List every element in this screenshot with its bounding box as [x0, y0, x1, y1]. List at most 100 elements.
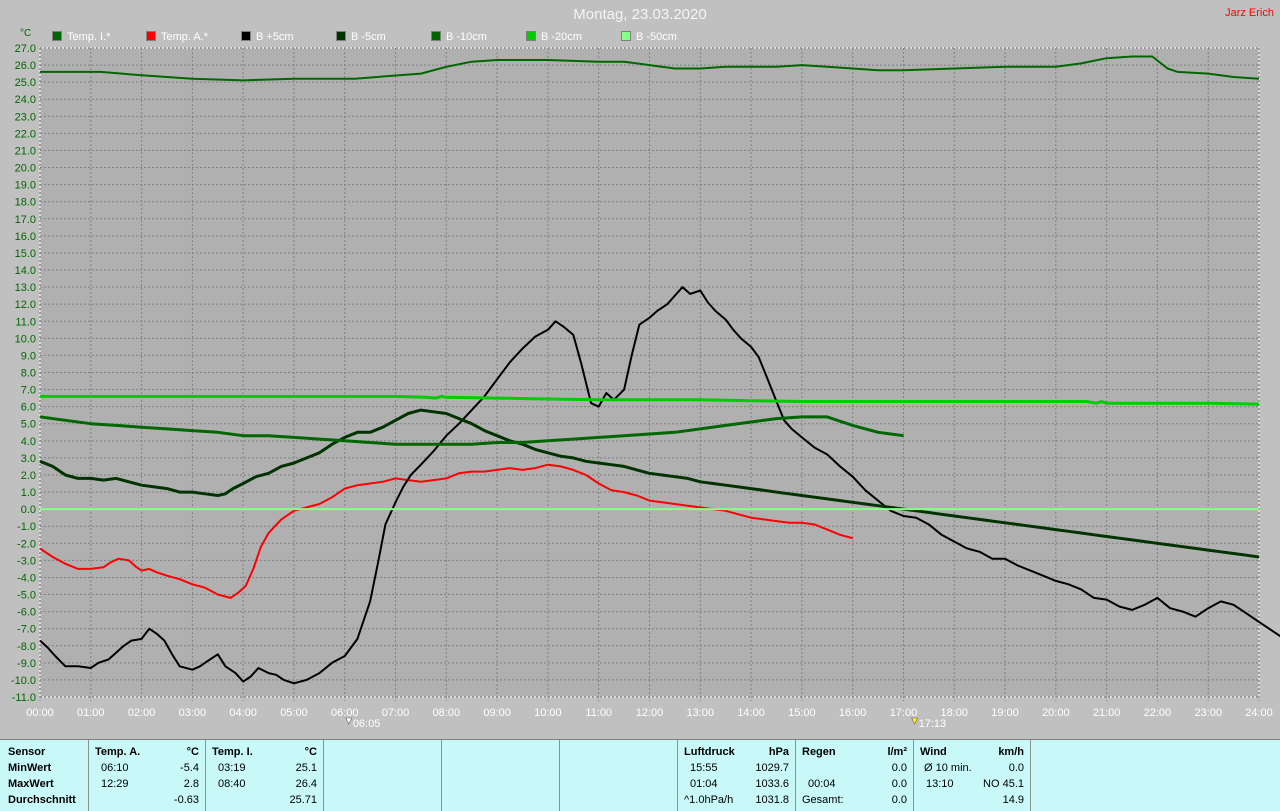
x-tick-label: 01:00: [77, 707, 105, 719]
regen-unit: l/m²: [887, 746, 907, 758]
temp-i-unit: °C: [304, 746, 317, 758]
y-tick-label: 21.0: [15, 145, 36, 157]
y-tick-label: 9.0: [21, 350, 36, 362]
temp-i-avg: 25.71: [289, 794, 317, 806]
x-tick-label: 14:00: [737, 707, 765, 719]
regen-row3-label: Gesamt:: [802, 794, 844, 806]
temp-a-header: Temp. A.: [95, 746, 141, 758]
legend-item-b-minus10[interactable]: B -10cm: [431, 31, 487, 43]
y-tick-label: 13.0: [15, 282, 36, 294]
y-tick-label: 11.0: [15, 316, 36, 328]
y-tick-label: 2.0: [21, 470, 36, 482]
legend-swatch: [526, 31, 536, 41]
y-tick-label: -1.0: [17, 521, 36, 533]
temp-i-max-value: 26.4: [295, 778, 317, 790]
x-tick-label: 11:00: [585, 707, 612, 719]
y-tick-label: 20.0: [15, 163, 36, 175]
legend-item-b-minus20[interactable]: B -20cm: [526, 31, 582, 43]
y-tick-label: -10.0: [11, 675, 36, 687]
y-tick-label: -4.0: [17, 572, 36, 584]
statistics-panel: Sensor MinWert MaxWert Durchschnitt Temp…: [0, 739, 1280, 811]
sensor-section: Sensor MinWert MaxWert Durchschnitt: [0, 740, 89, 811]
marker-triangle: [911, 717, 919, 725]
y-tick-label: -11.0: [12, 692, 36, 704]
y-tick-label: -9.0: [17, 658, 36, 670]
wind-unit: km/h: [998, 746, 1024, 758]
regen-row2-label: 00:04: [808, 778, 836, 790]
y-tick-label: 15.0: [15, 248, 36, 260]
legend-swatch: [431, 31, 441, 41]
x-tick-label: 21:00: [1093, 707, 1121, 719]
x-tick-label: 02:00: [128, 707, 156, 719]
y-tick-label: 4.0: [21, 436, 36, 448]
luftdruck-row1-label: 15:55: [690, 762, 718, 774]
x-tick-label: 04:00: [229, 707, 257, 719]
chart-title: Montag, 23.03.2020: [573, 6, 707, 23]
legend-item-b-minus50[interactable]: B -50cm: [621, 31, 677, 43]
wind-section: Wind km/h Ø 10 min. 0.0 13:10 NO 45.1 14…: [914, 740, 1031, 811]
y-tick-label: 3.0: [21, 453, 36, 465]
legend-item-b-minus5[interactable]: B -5cm: [336, 31, 386, 43]
y-tick-label: 1.0: [21, 487, 36, 499]
temp-a-avg: -0.63: [173, 794, 199, 806]
y-tick-label: 25.0: [15, 77, 36, 89]
temp-i-min-value: 25.1: [295, 762, 317, 774]
x-tick-label: 17:00: [890, 707, 918, 719]
wind-row2-label: 13:10: [926, 778, 954, 790]
empty-section-2: [442, 740, 560, 811]
avg-row-label: Durchschnitt: [8, 794, 76, 806]
y-tick-label: 5.0: [21, 419, 36, 431]
x-tick-label: 20:00: [1042, 707, 1070, 719]
y-tick-label: 10.0: [15, 333, 36, 345]
wind-header: Wind: [920, 746, 947, 758]
luftdruck-row1-value: 1029.7: [755, 762, 789, 774]
x-tick-label: 12:00: [636, 707, 664, 719]
x-tick-label: 24:00: [1245, 707, 1273, 719]
x-tick-label: 19:00: [991, 707, 1019, 719]
x-tick-label: 16:00: [839, 707, 867, 719]
y-tick-label: 16.0: [15, 231, 36, 243]
x-tick-label: 07:00: [382, 707, 410, 719]
legend-swatch: [241, 31, 251, 41]
y-tick-label: -6.0: [17, 607, 36, 619]
legend-swatch: [52, 31, 62, 41]
regen-section: Regen l/m² 0.0 00:04 0.0 Gesamt: 0.0: [796, 740, 914, 811]
author-label: Jarz Erich: [1225, 7, 1274, 19]
y-tick-label: -5.0: [17, 590, 36, 602]
legend-item-b-plus5[interactable]: B +5cm: [241, 31, 294, 43]
luftdruck-row2-value: 1033.6: [755, 778, 789, 790]
luftdruck-section: Luftdruck hPa 15:55 1029.7 01:04 1033.6 …: [678, 740, 796, 811]
max-row-label: MaxWert: [8, 778, 54, 790]
y-tick-label: 6.0: [21, 402, 36, 414]
temp-i-section: Temp. I. °C 03:19 25.1 08:40 26.4 25.71: [206, 740, 324, 811]
legend-item-temp-i[interactable]: Temp. I.*: [52, 31, 110, 43]
regen-row1-value: 0.0: [891, 762, 907, 774]
marker-label: 17:13: [919, 718, 947, 730]
temp-i-max-time: 08:40: [218, 778, 246, 790]
y-tick-label: -3.0: [17, 555, 36, 567]
x-tick-label: 08:00: [433, 707, 461, 719]
x-tick-label: 00:00: [26, 707, 54, 719]
x-tick-label: 13:00: [687, 707, 715, 719]
y-tick-label: 17.0: [15, 214, 36, 226]
legend-swatch: [336, 31, 346, 41]
x-tick-label: 23:00: [1194, 707, 1222, 719]
y-tick-label: 26.0: [15, 60, 36, 72]
x-tick-label: 09:00: [483, 707, 511, 719]
luftdruck-row3-value: 1031.8: [755, 794, 789, 806]
wind-row3-value: 14.9: [1002, 794, 1024, 806]
temp-i-header: Temp. I.: [212, 746, 253, 758]
min-row-label: MinWert: [8, 762, 52, 774]
legend-item-temp-a[interactable]: Temp. A.*: [146, 31, 208, 43]
temp-a-max-value: 2.8: [183, 778, 199, 790]
y-tick-label: 12.0: [15, 299, 36, 311]
x-tick-label: 03:00: [179, 707, 207, 719]
temp-a-min-value: -5.4: [180, 762, 199, 774]
regen-header: Regen: [802, 746, 836, 758]
empty-section-3: [560, 740, 678, 811]
marker-label: 06:05: [353, 718, 381, 730]
temp-i-min-time: 03:19: [218, 762, 246, 774]
wind-row1-label: Ø 10 min.: [924, 762, 972, 774]
temp-a-max-time: 12:29: [101, 778, 129, 790]
y-tick-label: 14.0: [15, 265, 36, 277]
